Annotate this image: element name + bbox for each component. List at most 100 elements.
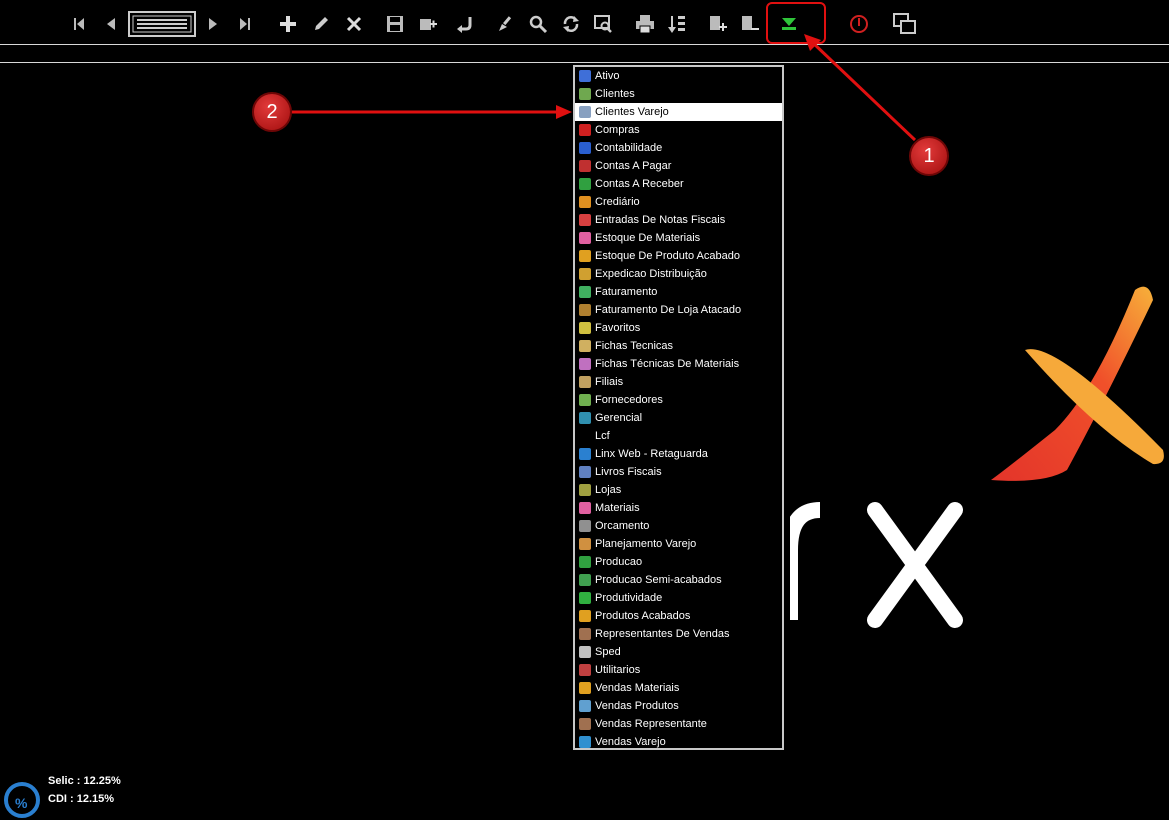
power-icon[interactable] <box>846 10 872 38</box>
x-icon[interactable] <box>341 10 367 38</box>
menu-item-label: Lojas <box>595 484 622 496</box>
next-icon[interactable] <box>200 10 226 38</box>
menu-item[interactable]: Contas A Receber <box>575 175 782 193</box>
module-icon <box>579 322 591 334</box>
module-icon <box>579 502 591 514</box>
floppy-icon[interactable] <box>382 10 408 38</box>
menu-item[interactable]: Filiais <box>575 373 782 391</box>
menu-item-label: Representantes De Vendas <box>595 628 730 640</box>
menu-item[interactable]: Utilitarios <box>575 661 782 679</box>
menu-item[interactable]: Faturamento De Loja Atacado <box>575 301 782 319</box>
module-icon <box>579 736 591 748</box>
menu-item-label: Lcf <box>595 430 610 442</box>
menu-item[interactable]: Contas A Pagar <box>575 157 782 175</box>
add-copy-icon[interactable] <box>415 10 441 38</box>
module-icon <box>579 700 591 712</box>
menu-item[interactable]: Estoque De Materiais <box>575 229 782 247</box>
menu-item-label: Compras <box>595 124 640 136</box>
menu-item[interactable]: Expedicao Distribuição <box>575 265 782 283</box>
remove-item-icon[interactable] <box>737 10 763 38</box>
list-icon[interactable] <box>128 10 196 38</box>
menu-item-label: Faturamento <box>595 286 658 298</box>
menu-item-label: Estoque De Materiais <box>595 232 701 244</box>
module-icon <box>579 592 591 604</box>
menu-item[interactable]: Vendas Materiais <box>575 679 782 697</box>
module-icon <box>579 538 591 550</box>
module-icon <box>579 70 591 82</box>
menu-item[interactable]: Representantes De Vendas <box>575 625 782 643</box>
pencil-icon[interactable] <box>308 10 334 38</box>
menu-item[interactable]: Entradas De Notas Fiscais <box>575 211 782 229</box>
add-item-icon[interactable] <box>705 10 731 38</box>
prev-icon[interactable] <box>98 10 124 38</box>
module-icon <box>579 682 591 694</box>
brush-icon[interactable] <box>493 10 519 38</box>
toolbar-divider <box>0 44 1169 45</box>
windows-icon[interactable] <box>891 10 919 38</box>
menu-item[interactable]: Planejamento Varejo <box>575 535 782 553</box>
menu-item[interactable]: Faturamento <box>575 283 782 301</box>
plus-icon[interactable] <box>275 10 301 38</box>
menu-item[interactable]: Produtos Acabados <box>575 607 782 625</box>
sort-icon[interactable] <box>664 10 690 38</box>
menu-item[interactable]: Livros Fiscais <box>575 463 782 481</box>
menu-item[interactable]: Fichas Técnicas De Materiais <box>575 355 782 373</box>
menu-item[interactable]: Orcamento <box>575 517 782 535</box>
menu-item[interactable]: Crediário <box>575 193 782 211</box>
menu-item-label: Vendas Representante <box>595 718 707 730</box>
menu-item[interactable]: Clientes <box>575 85 782 103</box>
module-icon <box>579 718 591 730</box>
menu-item[interactable]: Estoque De Produto Acabado <box>575 247 782 265</box>
menu-item-label: Entradas De Notas Fiscais <box>595 214 726 226</box>
menu-item-label: Livros Fiscais <box>595 466 662 478</box>
menu-item[interactable]: Favoritos <box>575 319 782 337</box>
module-icon <box>579 214 591 226</box>
menu-item-label: Orcamento <box>595 520 650 532</box>
menu-item[interactable]: Materiais <box>575 499 782 517</box>
menu-item[interactable]: Fornecedores <box>575 391 782 409</box>
refresh-icon[interactable] <box>558 10 584 38</box>
menu-item[interactable]: Contabilidade <box>575 139 782 157</box>
menu-item[interactable]: Clientes Varejo <box>575 103 782 121</box>
last-icon[interactable] <box>232 10 258 38</box>
module-icon <box>579 376 591 388</box>
module-icon <box>579 466 591 478</box>
menu-item[interactable]: Lcf <box>575 427 782 445</box>
first-icon[interactable] <box>66 10 92 38</box>
menu-item[interactable]: Vendas Representante <box>575 715 782 733</box>
menu-item-label: Filiais <box>595 376 624 388</box>
logo-nx <box>790 502 963 628</box>
module-icon <box>579 286 591 298</box>
menu-item[interactable]: Gerencial <box>575 409 782 427</box>
menu-item[interactable]: Vendas Varejo <box>575 733 782 751</box>
module-icon <box>579 106 591 118</box>
preview-icon[interactable] <box>590 10 616 38</box>
menu-item[interactable]: Lojas <box>575 481 782 499</box>
module-icon <box>579 646 591 658</box>
module-icon <box>579 124 591 136</box>
menu-item-label: Ativo <box>595 70 620 82</box>
menu-item[interactable]: Compras <box>575 121 782 139</box>
menu-item-label: Vendas Produtos <box>595 700 679 712</box>
menu-item[interactable]: Vendas Produtos <box>575 697 782 715</box>
annotation-badge-1: 1 <box>909 136 949 176</box>
content-divider <box>0 62 1169 63</box>
menu-item[interactable]: Produtividade <box>575 589 782 607</box>
annotation-badge-2: 2 <box>252 92 292 132</box>
printer-icon[interactable] <box>632 10 658 38</box>
menu-item[interactable]: Producao Semi-acabados <box>575 571 782 589</box>
menu-item-label: Materiais <box>595 502 640 514</box>
module-icon <box>579 556 591 568</box>
module-icon <box>579 88 591 100</box>
undo-icon[interactable] <box>452 10 478 38</box>
menu-item-label: Contabilidade <box>595 142 663 154</box>
module-icon <box>579 250 591 262</box>
modules-dropdown-menu: Ativo Clientes Clientes Varejo Compras Conta… <box>573 65 784 750</box>
menu-item-label: Crediário <box>595 196 640 208</box>
menu-item[interactable]: Producao <box>575 553 782 571</box>
menu-item[interactable]: Linx Web - Retaguarda <box>575 445 782 463</box>
magnifier-icon[interactable] <box>525 10 551 38</box>
menu-item[interactable]: Sped <box>575 643 782 661</box>
menu-item[interactable]: Fichas Tecnicas <box>575 337 782 355</box>
menu-item[interactable]: Ativo <box>575 67 782 85</box>
